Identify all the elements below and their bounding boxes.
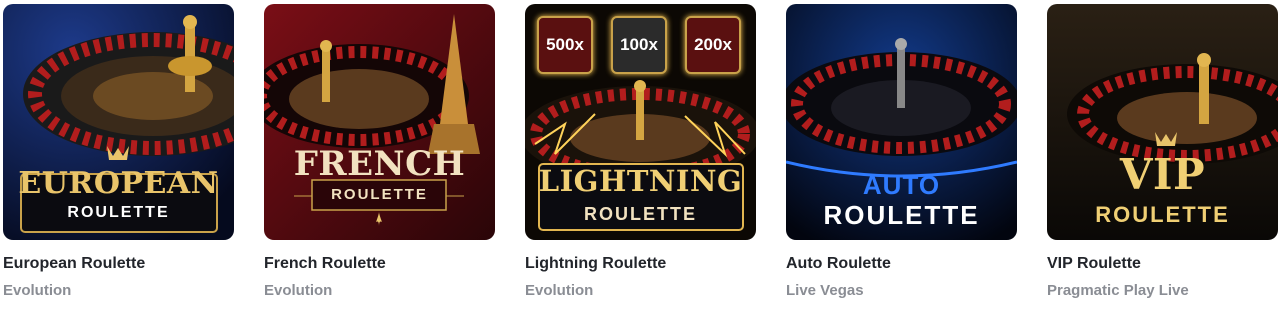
game-provider: Evolution (264, 282, 333, 299)
logo-subtitle: ROULETTE (67, 204, 170, 221)
multiplier-badge: 500x (537, 16, 593, 74)
game-title[interactable]: VIP Roulette (1047, 254, 1278, 274)
game-thumbnail[interactable]: AUTO ROULETTE (786, 4, 1017, 240)
game-thumbnail[interactable]: EUROPEAN ROULETTE (3, 4, 234, 240)
game-provider: Evolution (3, 282, 72, 299)
logo-title: FRENCH (293, 144, 466, 184)
game-title[interactable]: French Roulette (264, 254, 495, 274)
logo-title: EUROPEAN (18, 166, 219, 201)
logo-subtitle: ROULETTE (331, 186, 428, 203)
game-card[interactable]: 500x 100x 200x LIGHTNING ROULETTE Lightn… (525, 4, 756, 300)
game-provider: Evolution (525, 282, 594, 299)
game-provider: Pragmatic Play Live (1047, 282, 1189, 299)
logo-title: VIP (1119, 150, 1206, 199)
game-title[interactable]: Lightning Roulette (525, 254, 756, 274)
logo-subtitle: ROULETTE (823, 200, 980, 230)
game-card[interactable]: VIP ROULETTE VIP Roulette Pragmatic Play… (1047, 4, 1278, 300)
game-thumbnail[interactable]: 500x 100x 200x LIGHTNING ROULETTE (525, 4, 756, 240)
logo-subtitle: ROULETTE (584, 204, 697, 224)
game-card[interactable]: EUROPEAN ROULETTE European Roulette Evol… (3, 4, 234, 300)
game-card[interactable]: AUTO ROULETTE Auto Roulette Live Vegas (786, 4, 1017, 300)
game-title[interactable]: Auto Roulette (786, 254, 1017, 274)
logo-title: AUTO (862, 170, 941, 200)
game-provider: Live Vegas (786, 282, 864, 299)
roulette-wheel-image (264, 4, 495, 240)
multiplier-badge: 200x (685, 16, 741, 74)
game-grid: EUROPEAN ROULETTE European Roulette Evol… (0, 0, 1280, 312)
game-thumbnail[interactable]: FRENCH ROULETTE (264, 4, 495, 240)
game-thumbnail[interactable]: VIP ROULETTE (1047, 4, 1278, 240)
game-card[interactable]: FRENCH ROULETTE French Roulette Evolutio… (264, 4, 495, 300)
logo-subtitle: ROULETTE (1095, 202, 1230, 227)
game-title[interactable]: European Roulette (3, 254, 234, 274)
logo-title: LIGHTNING (538, 164, 743, 198)
multiplier-badge: 100x (611, 16, 667, 74)
